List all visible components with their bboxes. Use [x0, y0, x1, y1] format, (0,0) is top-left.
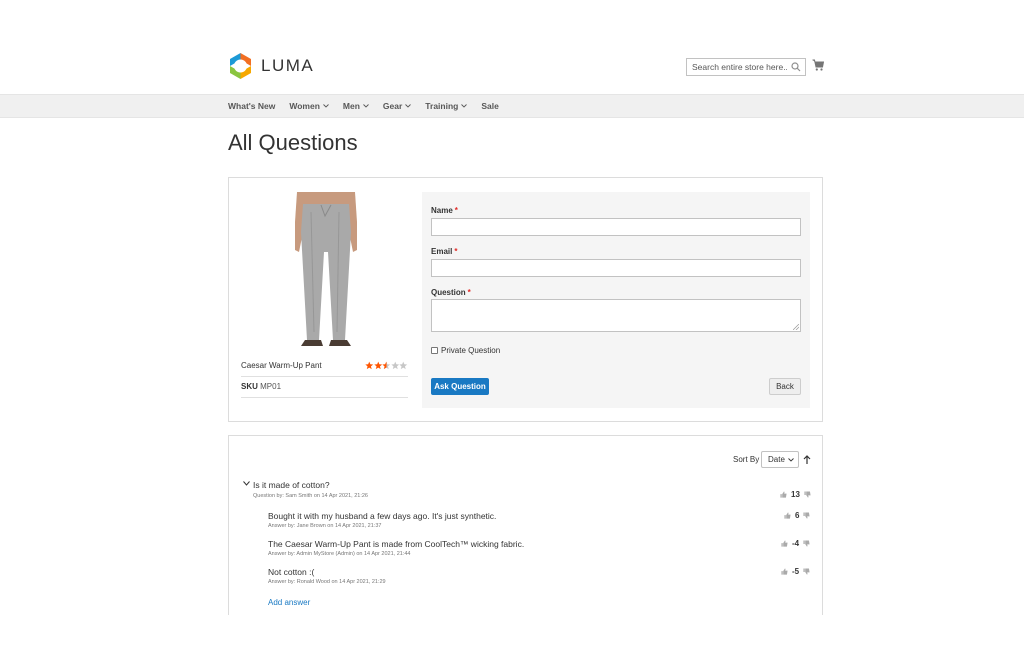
label-text: Question	[431, 288, 466, 297]
sort-select[interactable]: Date	[761, 451, 799, 468]
label-text: Name	[431, 206, 453, 215]
thumbs-up-icon[interactable]	[784, 512, 791, 519]
product-image[interactable]	[281, 192, 371, 352]
product-name[interactable]: Caesar Warm-Up Pant	[241, 361, 322, 370]
label-text: Email	[431, 247, 453, 256]
divider	[241, 397, 408, 398]
thumbs-down-icon[interactable]	[803, 568, 810, 575]
nav-item-men[interactable]: Men	[343, 101, 369, 111]
nav-label: Gear	[382, 101, 403, 111]
question-votes: 13	[780, 490, 811, 499]
product-sku: SKU MP01	[241, 382, 281, 391]
cart-icon[interactable]	[812, 59, 825, 71]
thumbs-up-icon[interactable]	[781, 540, 788, 547]
luma-logo-icon	[228, 52, 253, 80]
main-nav: What's New Women Men Gear Training Sale	[228, 95, 513, 117]
vote-count: 6	[795, 511, 800, 520]
answer-votes: -5	[781, 567, 810, 576]
resize-handle-icon[interactable]	[793, 324, 799, 330]
answer-meta: Answer by: Jane Brown on 14 Apr 2021, 21…	[268, 523, 382, 529]
private-question-checkbox[interactable]: Private Question	[431, 346, 500, 355]
sku-value: MP01	[260, 382, 282, 391]
store-logo[interactable]: LUMA	[228, 52, 314, 80]
star-empty-icon	[390, 361, 399, 370]
vote-count: -4	[792, 539, 800, 548]
star-half-icon	[382, 361, 391, 370]
name-label: Name *	[431, 206, 458, 215]
ask-question-button[interactable]: Ask Question	[431, 378, 489, 395]
email-field[interactable]	[431, 259, 801, 277]
thumbs-up-icon[interactable]	[780, 491, 787, 498]
search-icon[interactable]	[791, 62, 801, 72]
nav-label: Sale	[481, 101, 499, 111]
question-text[interactable]: Is it made of cotton?	[253, 480, 330, 490]
required-mark: *	[454, 247, 458, 256]
star-full-icon	[373, 361, 382, 370]
nav-item-whats-new[interactable]: What's New	[228, 101, 275, 111]
answer-votes: 6	[784, 511, 811, 520]
question-field[interactable]	[431, 299, 801, 332]
page-title: All Questions	[228, 130, 358, 155]
chevron-down-icon	[788, 458, 794, 462]
email-label: Email *	[431, 247, 457, 256]
question-label: Question *	[431, 288, 471, 297]
nav-item-training[interactable]: Training	[425, 101, 468, 111]
rating-stars	[365, 361, 408, 370]
navigation-bar: What's New Women Men Gear Training Sale	[0, 94, 1024, 118]
answer-votes: -4	[781, 539, 810, 548]
answer-meta: Answer by: Admin MyStore (Admin) on 14 A…	[268, 551, 411, 557]
thumbs-up-icon[interactable]	[781, 568, 788, 575]
nav-label: What's New	[228, 101, 276, 111]
checkbox-label: Private Question	[441, 346, 501, 355]
sort-label: Sort By	[733, 455, 760, 464]
nav-label: Training	[425, 101, 459, 111]
brand-name: LUMA	[261, 56, 315, 75]
back-button[interactable]: Back	[769, 378, 801, 395]
question-meta: Question by: Sam Smith on 14 Apr 2021, 2…	[253, 493, 368, 499]
name-field[interactable]	[431, 218, 801, 236]
chevron-down-icon	[323, 104, 329, 108]
thumbs-down-icon[interactable]	[803, 540, 810, 547]
answer-text: Not cotton :(	[268, 567, 315, 577]
vote-count: 13	[791, 490, 800, 499]
thumbs-down-icon[interactable]	[804, 491, 811, 498]
answer-text: Bought it with my husband a few days ago…	[268, 511, 497, 521]
star-empty-icon	[399, 361, 408, 370]
nav-item-sale[interactable]: Sale	[481, 101, 499, 111]
chevron-down-icon	[461, 104, 468, 108]
nav-label: Women	[289, 101, 320, 111]
chevron-down-icon	[405, 104, 412, 108]
sort-direction-arrow-icon[interactable]	[803, 455, 811, 465]
search-input[interactable]	[687, 59, 805, 75]
checkbox[interactable]	[431, 347, 438, 354]
required-mark: *	[454, 206, 458, 215]
question-form-panel: Caesar Warm-Up Pant SKU MP01 Name * Email…	[228, 177, 823, 422]
thumbs-down-icon[interactable]	[803, 512, 811, 519]
questions-panel: Sort By Date Is it made of cotton? Quest…	[228, 435, 823, 615]
search-box[interactable]	[686, 58, 806, 76]
chevron-down-icon	[363, 104, 369, 108]
answer-text: The Caesar Warm-Up Pant is made from Coo…	[268, 539, 525, 549]
nav-label: Men	[342, 101, 360, 111]
sort-value: Date	[768, 455, 785, 464]
collapse-chevron-icon[interactable]	[243, 481, 250, 486]
add-answer-link[interactable]: Add answer	[268, 598, 310, 607]
sku-label: SKU	[241, 382, 258, 391]
divider	[241, 376, 408, 377]
vote-count: -5	[792, 567, 800, 576]
answer-meta: Answer by: Ronald Wood on 14 Apr 2021, 2…	[268, 579, 386, 585]
star-full-icon	[365, 361, 374, 370]
required-mark: *	[467, 288, 471, 297]
nav-item-gear[interactable]: Gear	[382, 101, 412, 111]
nav-item-women[interactable]: Women	[289, 101, 329, 111]
ask-question-form: Name * Email * Question * Private Question …	[422, 192, 810, 408]
